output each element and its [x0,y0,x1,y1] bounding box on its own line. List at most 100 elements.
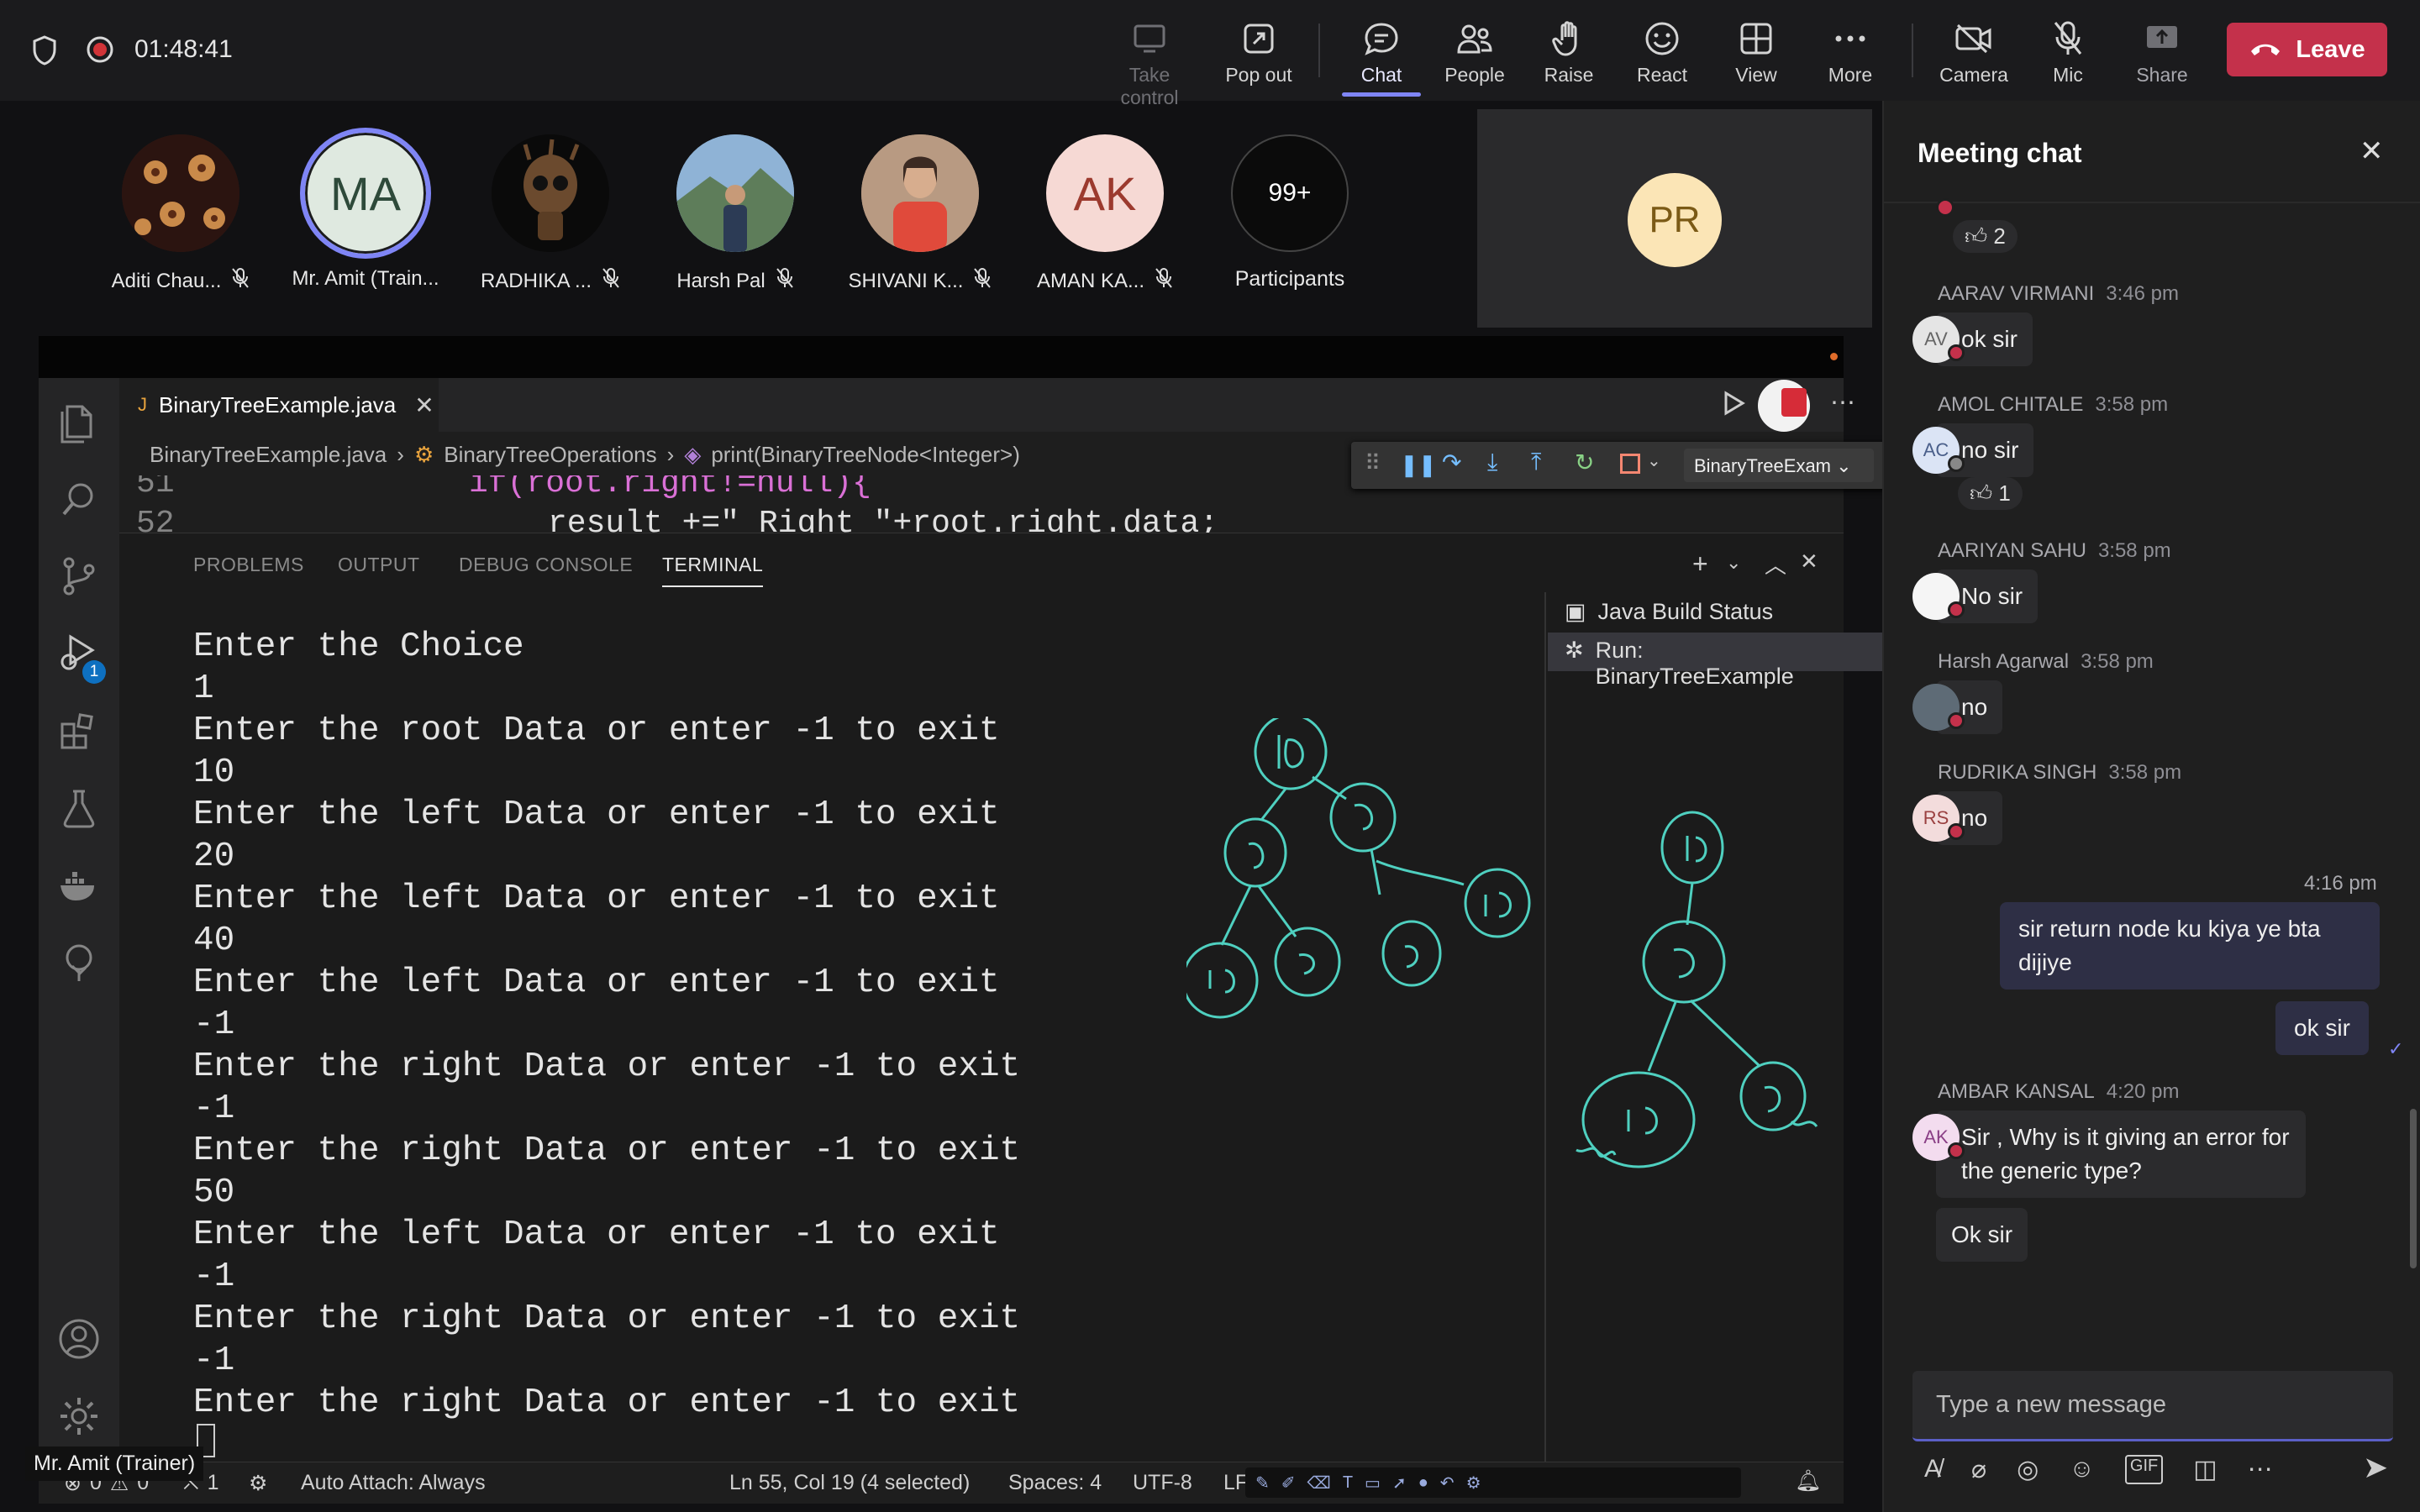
docker-icon[interactable] [57,864,101,907]
text-icon[interactable]: T [1343,1473,1353,1493]
participant-tile[interactable]: AK AMAN KA... [1021,134,1189,295]
color-icon[interactable]: ● [1418,1473,1428,1493]
terminal-list-item[interactable]: ▣ Java Build Status [1565,599,1773,625]
new-terminal-icon[interactable]: + [1692,549,1708,580]
camera-button[interactable]: Camera [1928,15,2020,87]
breadcrumb-item[interactable]: BinaryTreeExample.java [150,442,387,468]
share-screen-icon [2116,15,2208,62]
take-control-button[interactable]: Take control [1103,15,1196,109]
close-icon[interactable]: ✕ [2360,134,2384,168]
close-panel-icon[interactable]: ✕ [1800,549,1818,575]
react-button[interactable]: React [1616,15,1708,87]
more-actions-icon[interactable]: ⋯ [1830,388,1855,417]
message-bubble[interactable]: Ok sir [1936,1208,2028,1262]
more-button[interactable]: More [1804,15,1897,87]
terminal-line: 1 [193,669,214,708]
explorer-icon[interactable] [57,400,101,444]
record-dot [1830,353,1838,360]
my-message-bubble[interactable]: sir return node ku kiya ye bta dijiye [2000,902,2380,990]
terminal-list-item[interactable]: ✲ Run: BinaryTreeExample [1565,638,1844,690]
mic-button[interactable]: Mic [2022,15,2114,87]
chat-button[interactable]: Chat [1335,15,1428,97]
sticker-icon[interactable]: ◫ [2193,1455,2217,1484]
chevron-down-icon[interactable]: ⌄ [1726,552,1741,574]
indentation-status[interactable]: Spaces: 4 [1008,1471,1102,1495]
my-message-bubble[interactable]: ok sir [2275,1001,2369,1055]
tab-debug-console[interactable]: DEBUG CONSOLE [459,554,633,576]
close-tab-icon[interactable]: ✕ [414,391,434,419]
reaction[interactable]: 👍︎ 1 [1958,477,2023,510]
participant-tile[interactable]: Aditi Chau... [97,134,265,295]
restart-icon[interactable]: ↻ [1575,449,1594,476]
breadcrumb-item[interactable]: print(BinaryTreeNode<Integer>) [711,442,1020,468]
mic-off-icon [231,267,250,295]
extensions-icon[interactable] [57,709,101,753]
eol-status[interactable]: LF [1223,1471,1248,1495]
emoji-icon[interactable]: ☺ [2069,1455,2095,1484]
highlighter-icon[interactable]: ✐ [1281,1473,1296,1494]
participant-tile[interactable]: RADHIKA ... [466,134,634,295]
search-icon[interactable] [57,477,101,521]
pause-icon[interactable]: ❚❚ [1400,452,1437,478]
arrow-icon[interactable]: ➚ [1392,1473,1407,1494]
run-icon[interactable] [1721,390,1746,421]
whiteboard-annotation [1186,718,1531,1019]
reaction[interactable]: 👍︎ 2 [1953,220,2018,253]
debug-config-select[interactable]: BinaryTreeExam ⌄ [1684,449,1874,482]
eraser-icon[interactable]: ⌫ [1307,1473,1331,1494]
undo-icon[interactable]: ↶ [1440,1473,1455,1494]
share-button[interactable]: Share [2116,15,2208,87]
run-debug-icon[interactable]: 1 [57,632,106,684]
participants-overflow[interactable]: 99+ Participants [1206,134,1374,291]
gif-icon[interactable]: GIF [2124,1455,2164,1484]
maximize-panel-icon[interactable]: ︿ [1765,549,1786,580]
scrollbar[interactable] [2410,1109,2417,1268]
chevron-down-icon[interactable]: ⌄ [1647,450,1661,471]
people-button[interactable]: People [1428,15,1521,87]
view-button[interactable]: View [1710,15,1802,87]
settings-icon[interactable]: ⚙ [1466,1473,1481,1494]
encoding-status[interactable]: UTF-8 [1133,1471,1192,1495]
raise-hand-button[interactable]: Raise [1523,15,1615,87]
account-icon[interactable] [57,1317,101,1361]
tab-terminal[interactable]: TERMINAL [662,554,764,587]
terminal-output[interactable]: Enter the Choice 1 Enter the root Data or … [193,626,1020,1424]
shape-icon[interactable]: ▭ [1365,1473,1381,1494]
participant-tile[interactable]: SHIVANI K... [836,134,1004,295]
more-options-icon[interactable]: ⋯ [2248,1455,2273,1484]
loop-icon[interactable]: ◎ [2017,1455,2039,1484]
tree-icon[interactable] [57,941,101,984]
tab-output[interactable]: OUTPUT [338,554,420,576]
chat-icon [1335,15,1428,62]
leave-button[interactable]: Leave [2227,23,2387,76]
message-input[interactable]: Type a new message [1912,1371,2393,1441]
debug-status-icon[interactable]: ⚙ [249,1471,267,1496]
editor-tab[interactable]: J BinaryTreeExample.java ✕ [119,378,439,432]
step-into-icon[interactable]: ⤓ [1487,449,1497,476]
stop-icon[interactable] [1620,454,1640,474]
step-out-icon[interactable]: ⤒ [1531,449,1541,476]
cursor-position[interactable]: Ln 55, Col 19 (4 selected) [729,1471,970,1495]
format-icon[interactable]: A̸ [1924,1455,1941,1484]
attach-icon[interactable]: ⌀ [1971,1455,1986,1484]
pen-icon[interactable]: ✎ [1255,1473,1270,1494]
hand-icon [1523,15,1615,62]
testing-icon[interactable] [57,786,101,830]
shield-icon[interactable] [32,35,57,70]
source-control-icon[interactable] [57,554,101,598]
auto-attach-status[interactable]: Auto Attach: Always [301,1471,486,1495]
terminal-line: -1 [193,1341,235,1380]
message-bubble[interactable]: Sir , Why is it giving an error for the … [1936,1110,2306,1198]
breadcrumb-item[interactable]: BinaryTreeOperations [444,442,656,468]
step-over-icon[interactable]: ↷ [1442,449,1461,476]
bell-icon[interactable]: 🔔︎ [1795,1469,1822,1494]
participant-tile[interactable]: MA Mr. Amit (Train... [281,128,450,291]
terminal-line: Enter the right Data or enter -1 to exit [193,1383,1021,1422]
participant-tile[interactable]: Harsh Pal [651,134,819,295]
send-icon[interactable]: ➤ [2363,1450,2388,1485]
debug-toolbar: ⠿ ❚❚ ↷ ⤓ ⤒ ↻ ⌄ BinaryTreeExam ⌄ [1351,442,1889,489]
tab-problems[interactable]: PROBLEMS [193,554,304,576]
settings-gear-icon[interactable] [57,1394,101,1438]
drag-handle-icon[interactable]: ⠿ [1365,450,1381,476]
pop-out-button[interactable]: Pop out [1213,15,1305,87]
